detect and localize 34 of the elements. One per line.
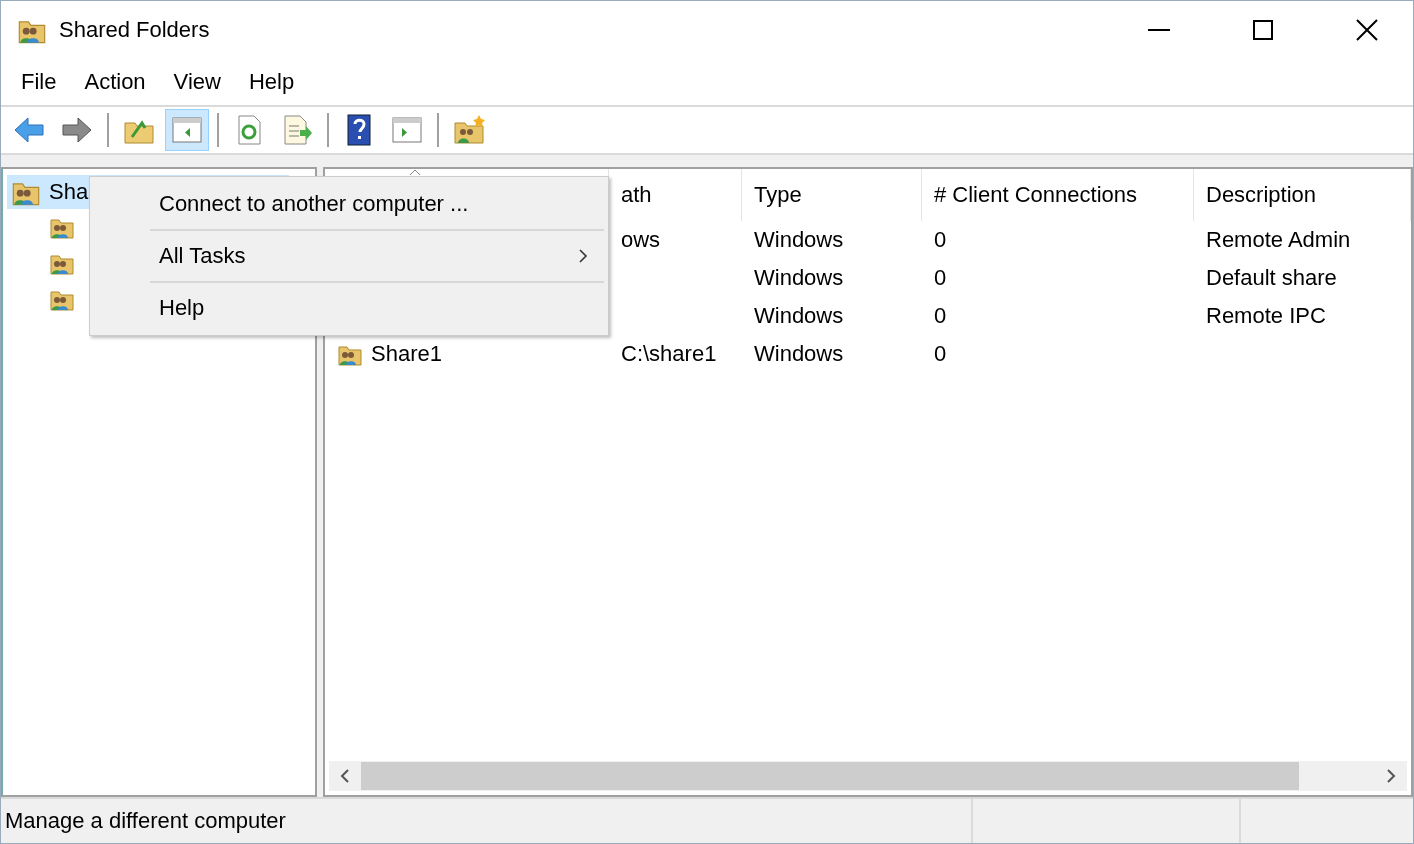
column-header[interactable]: Description: [1206, 182, 1317, 208]
new-shared-folder-icon: [452, 113, 486, 147]
table-cell: ows: [621, 227, 661, 253]
maximize-icon: [1253, 20, 1273, 40]
table-cell: Remote Admin: [1206, 227, 1351, 253]
column-header[interactable]: Type: [754, 182, 802, 208]
context-menu-item[interactable]: Connect to another computer ...: [90, 179, 608, 229]
context-menu-item[interactable]: All Tasks: [90, 231, 608, 281]
context-menu-item[interactable]: Help: [90, 283, 608, 333]
table-cell: 0: [934, 265, 947, 291]
table-cell: Windows: [754, 341, 844, 367]
scroll-left-icon[interactable]: [340, 769, 350, 783]
table-cell: Windows: [754, 265, 844, 291]
column-header[interactable]: ath: [621, 182, 652, 208]
table-cell: Share1: [371, 341, 442, 367]
scroll-right-icon[interactable]: [1386, 769, 1396, 783]
menu-item[interactable]: Help: [236, 69, 311, 95]
status-text: Manage a different computer: [4, 807, 287, 835]
table-cell: 0: [934, 227, 947, 253]
horizontal-scrollbar[interactable]: [329, 761, 1407, 791]
minimize-icon: [1148, 29, 1170, 31]
table-cell: Windows: [754, 227, 844, 253]
column-header[interactable]: # Client Connections: [934, 182, 1137, 208]
close-icon: [1356, 19, 1378, 41]
table-cell: Windows: [754, 303, 844, 329]
menu-item[interactable]: Action: [72, 69, 162, 95]
table-cell: Remote IPC: [1206, 303, 1326, 329]
window-title: Shared Folders: [59, 17, 211, 43]
table-cell: 0: [934, 341, 947, 367]
menu-item[interactable]: File: [9, 69, 73, 95]
table-cell: 0: [934, 303, 947, 329]
menu-item[interactable]: View: [161, 69, 237, 95]
table-cell: C:\share1: [621, 341, 717, 367]
table-cell: Default share: [1206, 265, 1337, 291]
